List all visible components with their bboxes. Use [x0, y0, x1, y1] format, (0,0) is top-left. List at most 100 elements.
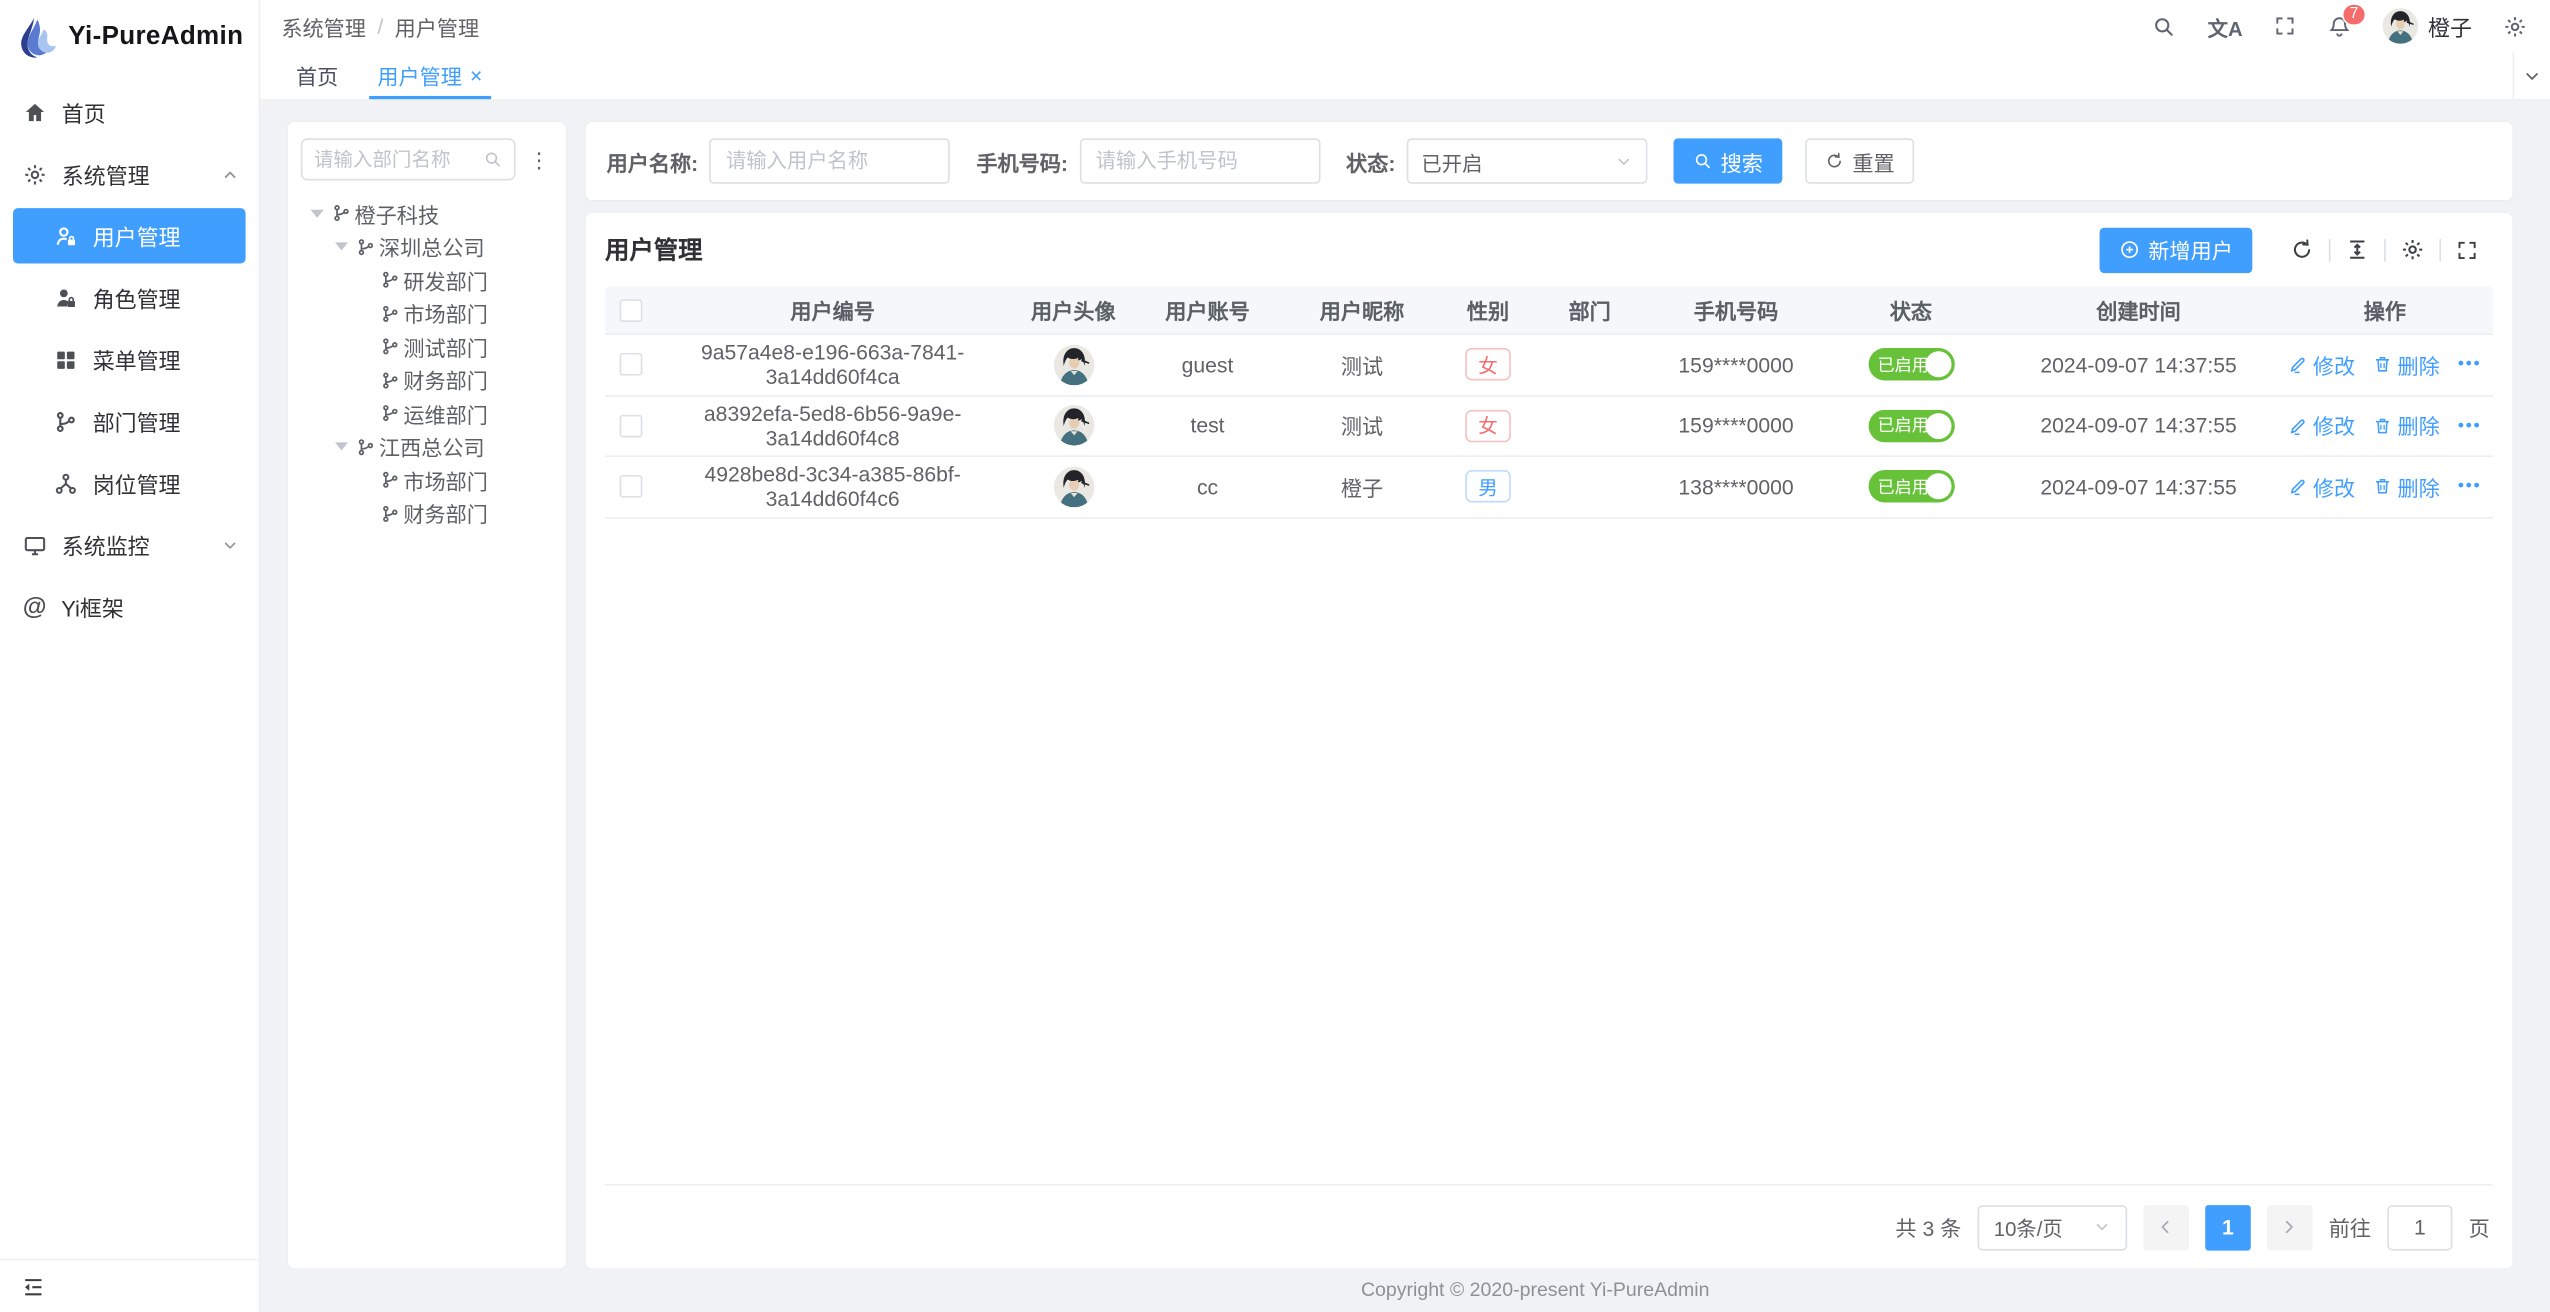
- tree-node[interactable]: 测试部门: [301, 330, 553, 363]
- avatar: [1053, 344, 1094, 385]
- menu-grid-icon: [54, 347, 78, 371]
- more-actions-icon[interactable]: •••: [2458, 416, 2482, 436]
- pagination: 共 3 条 10条/页 1 前往 页: [605, 1184, 2493, 1269]
- status-toggle[interactable]: 已启用: [1868, 348, 1954, 381]
- row-checkbox[interactable]: [620, 475, 643, 498]
- waterdrop-logo-icon: [18, 16, 57, 58]
- tree-node[interactable]: 运维部门: [301, 397, 553, 430]
- delete-button[interactable]: 删除: [2373, 349, 2440, 380]
- user-id: 4928be8d-3c34-a385-86bf-3a14dd60f4c6: [657, 462, 1008, 511]
- tab-user-management[interactable]: 用户管理 ×: [358, 52, 502, 99]
- user-nickname: 橙子: [1277, 471, 1448, 502]
- row-checkbox[interactable]: [620, 353, 643, 376]
- edit-button[interactable]: 修改: [2289, 410, 2356, 441]
- status-toggle[interactable]: 已启用: [1868, 409, 1954, 442]
- search-button[interactable]: 搜索: [1673, 138, 1782, 184]
- chevron-left-icon: [2157, 1218, 2175, 1236]
- user-phone: 159****0000: [1651, 413, 1822, 437]
- delete-button[interactable]: 删除: [2373, 410, 2440, 441]
- tree-node[interactable]: 深圳总公司: [301, 230, 553, 263]
- fullscreen-icon[interactable]: [2274, 15, 2297, 38]
- app-logo[interactable]: Yi-PureAdmin: [0, 0, 259, 75]
- phone-input[interactable]: [1079, 138, 1320, 184]
- dept-icon: [381, 337, 401, 357]
- sidebar-item-user-management[interactable]: 用户管理: [13, 208, 246, 263]
- tree-node[interactable]: 财务部门: [301, 497, 553, 530]
- more-actions-icon[interactable]: •••: [2458, 477, 2482, 497]
- more-vertical-icon[interactable]: ⋮: [525, 146, 553, 174]
- table-row: 9a57a4e8-e196-663a-7841-3a14dd60f4ca gue…: [605, 335, 2493, 396]
- dept-search-input[interactable]: [314, 148, 477, 171]
- sidebar-item-dept-management[interactable]: 部门管理: [0, 390, 259, 452]
- breadcrumb-separator: /: [377, 14, 383, 38]
- close-icon[interactable]: ×: [470, 63, 482, 87]
- home-icon: [23, 100, 47, 124]
- sidebar-item-menu-management[interactable]: 菜单管理: [0, 329, 259, 391]
- chevron-up-icon: [221, 165, 239, 183]
- tab-home[interactable]: 首页: [276, 52, 357, 99]
- status-select[interactable]: 已开启: [1407, 138, 1648, 184]
- user-account: test: [1138, 413, 1276, 437]
- caret-down-icon[interactable]: [335, 443, 348, 451]
- role-icon: [54, 285, 78, 309]
- tab-menu-dropdown[interactable]: [2513, 52, 2550, 99]
- collapse-sidebar-icon[interactable]: [21, 1274, 45, 1298]
- add-user-button[interactable]: 新增用户: [2100, 227, 2253, 273]
- delete-button[interactable]: 删除: [2373, 471, 2440, 502]
- sidebar-item-system-monitor[interactable]: 系统监控: [0, 514, 259, 576]
- sidebar-menu: 首页 系统管理 用户管理: [0, 75, 259, 1259]
- more-actions-icon[interactable]: •••: [2458, 355, 2482, 375]
- sidebar-item-post-management[interactable]: 岗位管理: [0, 452, 259, 514]
- goto-page-input[interactable]: [2387, 1204, 2452, 1250]
- column-settings-icon[interactable]: [2386, 237, 2440, 261]
- status-toggle[interactable]: 已启用: [1868, 470, 1954, 503]
- sidebar-item-home[interactable]: 首页: [0, 81, 259, 143]
- tab-bar: 首页 用户管理 ×: [260, 52, 2550, 101]
- current-page-button[interactable]: 1: [2205, 1204, 2251, 1250]
- tree-node[interactable]: 橙子科技: [301, 197, 553, 230]
- page-size-select[interactable]: 10条/页: [1978, 1204, 2128, 1250]
- sidebar-footer: [0, 1259, 259, 1312]
- reset-button[interactable]: 重置: [1805, 138, 1914, 184]
- username-input[interactable]: [710, 138, 951, 184]
- dept-icon: [381, 270, 401, 290]
- user-phone: 159****0000: [1651, 352, 1822, 376]
- at-icon: @: [23, 594, 47, 618]
- user-nickname: 测试: [1277, 410, 1448, 441]
- breadcrumb-item[interactable]: 系统管理: [281, 11, 366, 42]
- user-account: guest: [1138, 352, 1276, 376]
- settings-gear-icon[interactable]: [2503, 14, 2527, 38]
- tree-node[interactable]: 江西总公司: [301, 430, 553, 463]
- select-all-checkbox[interactable]: [620, 298, 643, 321]
- dept-icon: [381, 470, 401, 490]
- row-checkbox[interactable]: [620, 414, 643, 437]
- dept-tree-panel: ⋮ 橙子科技 深圳总公司 研发部门 市场部门 测试部门 财务部门 运维部门 江西…: [288, 122, 566, 1269]
- chevron-down-icon: [1615, 152, 1633, 170]
- refresh-table-icon[interactable]: [2275, 237, 2329, 261]
- search-icon[interactable]: [2152, 14, 2176, 38]
- prev-page-button[interactable]: [2143, 1204, 2189, 1250]
- notification-bell-icon[interactable]: 7: [2327, 14, 2351, 38]
- caret-down-icon[interactable]: [311, 209, 324, 217]
- edit-button[interactable]: 修改: [2289, 471, 2356, 502]
- breadcrumb: 系统管理 / 用户管理: [281, 11, 479, 42]
- tree-node[interactable]: 市场部门: [301, 297, 553, 330]
- tree-node[interactable]: 研发部门: [301, 263, 553, 296]
- edit-button[interactable]: 修改: [2289, 349, 2356, 380]
- row-density-icon[interactable]: [2330, 237, 2384, 261]
- app-root: Yi-PureAdmin 首页 系统管理: [0, 0, 2550, 1312]
- tree-node[interactable]: 财务部门: [301, 363, 553, 396]
- dept-icon: [381, 504, 401, 524]
- sidebar-item-system-management[interactable]: 系统管理: [0, 143, 259, 205]
- next-page-button[interactable]: [2267, 1204, 2313, 1250]
- user-menu[interactable]: 橙子: [2383, 8, 2472, 44]
- sidebar-item-yi-framework[interactable]: @ Yi框架: [0, 576, 259, 638]
- caret-down-icon[interactable]: [335, 243, 348, 251]
- table-fullscreen-icon[interactable]: [2441, 238, 2493, 261]
- table-row: a8392efa-5ed8-6b56-9a9e-3a14dd60f4c8 tes…: [605, 396, 2493, 457]
- sidebar-item-role-management[interactable]: 角色管理: [0, 267, 259, 329]
- gear-icon: [23, 162, 47, 186]
- tree-node[interactable]: 市场部门: [301, 463, 553, 496]
- translate-icon[interactable]: 文A: [2208, 11, 2243, 42]
- dept-icon: [356, 437, 376, 457]
